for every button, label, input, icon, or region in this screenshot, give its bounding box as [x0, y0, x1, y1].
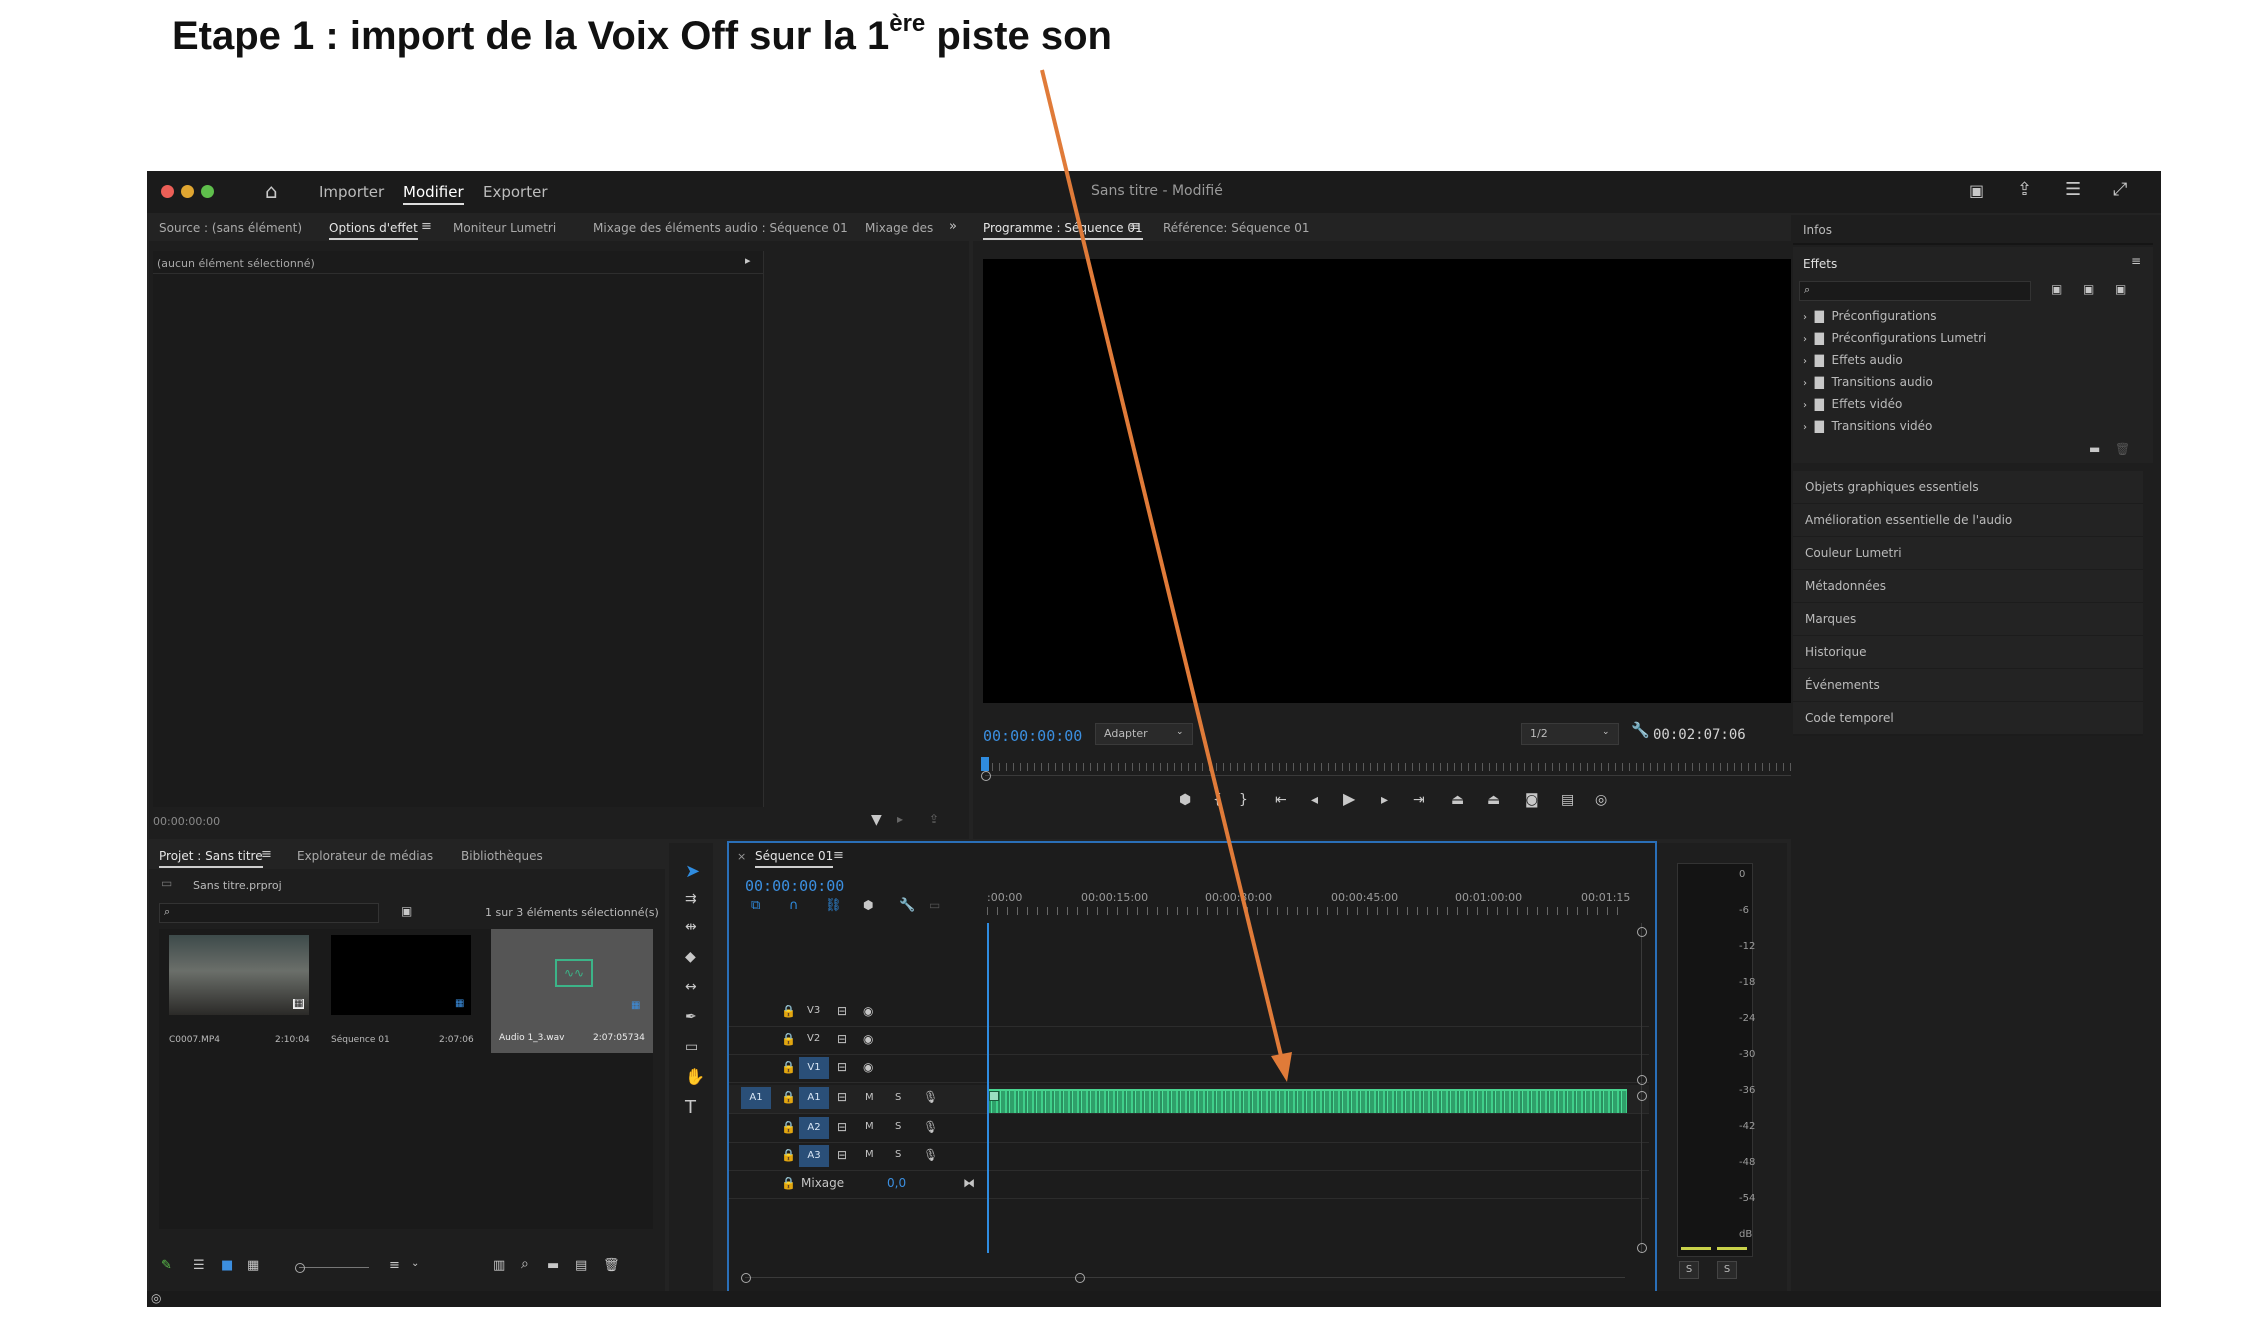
arrow-line [1040, 69, 1284, 1061]
annotation-arrow [1040, 69, 1292, 1082]
arrow-head [1271, 1052, 1292, 1082]
